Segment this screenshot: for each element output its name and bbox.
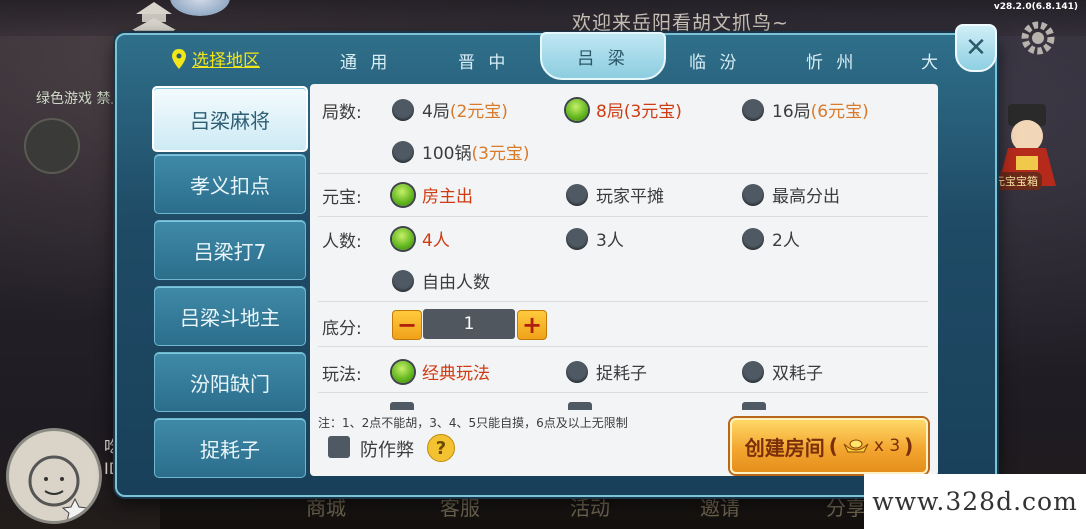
players-option-3[interactable]: 3人 — [566, 226, 624, 251]
players-label: 人数: — [322, 232, 362, 252]
divider — [318, 173, 928, 174]
select-region-button[interactable]: 选择地区 — [172, 46, 260, 71]
option-text: 4人 — [422, 231, 450, 251]
option-cost: (3元宝) — [471, 144, 530, 164]
radio-icon — [392, 140, 414, 163]
help-icon[interactable]: ? — [427, 434, 455, 462]
version-label: v28.2.0(6.8.141) — [993, 2, 1078, 12]
option-text: 经典玩法 — [422, 364, 490, 384]
divider — [318, 216, 928, 217]
option-text: 最高分出 — [772, 187, 840, 207]
rounds-label: 局数: — [322, 103, 362, 123]
gameplay-option-zhuohaozi[interactable]: 捉耗子 — [566, 359, 647, 384]
gear-icon[interactable] — [1018, 18, 1058, 58]
gameplay-option-shuanghaozi[interactable]: 双耗子 — [742, 359, 823, 384]
tab-linfen[interactable]: 临 汾 — [689, 48, 740, 73]
radio-selected-icon — [392, 360, 414, 383]
rule-footnote: 注：1、2点不能胡，3、4、5只能自摸，6点及以上无限制 — [318, 416, 628, 430]
avatar[interactable] — [6, 428, 102, 524]
game-item-lvliang-doudizhu[interactable]: 吕梁斗地主 — [154, 286, 306, 346]
radio-icon — [742, 360, 764, 383]
game-item-lvliang-da7[interactable]: 吕梁打7 — [154, 220, 306, 280]
yuanbao-option-owner[interactable]: 房主出 — [392, 182, 473, 207]
treasure-box-label: 元宝宝箱 — [990, 172, 1042, 190]
create-room-button[interactable]: 创建房间 ( x 3 ) — [730, 418, 928, 474]
stamp-icon[interactable] — [24, 118, 80, 174]
rounds-option-16[interactable]: 16局 (6元宝) — [742, 97, 869, 122]
watermark: www.328d.com — [864, 474, 1086, 529]
plus-button[interactable]: + — [517, 310, 547, 340]
game-item-xiaoyi-koudian[interactable]: 孝义扣点 — [154, 154, 306, 214]
anti-cheat-checkbox[interactable] — [328, 436, 350, 458]
radio-icon — [392, 98, 414, 121]
divider — [318, 346, 928, 347]
option-text: 4局 — [422, 102, 450, 122]
option-text: 自由人数 — [422, 273, 490, 293]
create-room-label: 创建房间 — [744, 435, 825, 460]
option-cost: (6元宝) — [810, 102, 869, 122]
game-item-lvliang-mahjong[interactable]: 吕梁麻将 — [152, 86, 308, 152]
yuanbao-option-winner[interactable]: 最高分出 — [742, 182, 840, 207]
option-text: 16局 — [772, 102, 811, 122]
close-icon[interactable]: ✕ — [955, 24, 997, 72]
option-text: 房主出 — [422, 187, 473, 207]
option-text: 玩家平摊 — [596, 187, 664, 207]
radio-selected-icon — [392, 227, 414, 250]
option-text: 8局 — [596, 102, 624, 122]
option-text: 2人 — [772, 231, 800, 251]
radio-icon — [566, 227, 588, 250]
radio-icon — [566, 183, 588, 206]
radio-icon — [392, 269, 414, 292]
players-option-2[interactable]: 2人 — [742, 226, 800, 251]
option-text: 双耗子 — [772, 364, 823, 384]
base-score-label: 底分: — [322, 319, 362, 339]
rounds-option-8[interactable]: 8局 (3元宝) — [566, 97, 682, 122]
option-cost: (3元宝) — [623, 102, 682, 122]
divider — [318, 301, 928, 302]
players-option-free[interactable]: 自由人数 — [392, 268, 490, 293]
game-item-zhuohaozi[interactable]: 捉耗子 — [154, 418, 306, 478]
radio-icon — [742, 183, 764, 206]
minus-button[interactable]: − — [392, 310, 422, 340]
option-text: 3人 — [596, 231, 624, 251]
location-pin-icon — [172, 48, 186, 69]
yuanbao-option-split[interactable]: 玩家平摊 — [566, 182, 664, 207]
avatar-face-icon — [28, 455, 89, 521]
radio-icon — [742, 98, 764, 121]
tab-lvliang[interactable]: 吕 梁 — [540, 32, 666, 80]
radio-icon — [566, 360, 588, 383]
gold-ingot-icon — [843, 439, 869, 453]
gameplay-option-classic[interactable]: 经典玩法 — [392, 359, 490, 384]
welcome-marquee: 欢迎来岳阳看胡文抓鸟~ — [572, 12, 789, 34]
option-cost: (2元宝) — [449, 102, 508, 122]
tab-lvliang-label: 吕 梁 — [577, 48, 629, 69]
yuanbao-label: 元宝: — [322, 188, 362, 208]
tab-general[interactable]: 通 用 — [340, 48, 391, 73]
game-item-fenyang-quemen[interactable]: 汾阳缺门 — [154, 352, 306, 412]
option-text: 100锅 — [422, 144, 472, 164]
tab-jinzhong[interactable]: 晋 中 — [458, 48, 509, 73]
base-score-value: 1 — [423, 309, 515, 339]
gameplay-label: 玩法: — [322, 365, 362, 385]
radio-icon — [742, 227, 764, 250]
select-region-label: 选择地区 — [192, 51, 260, 71]
rounds-option-4[interactable]: 4局 (2元宝) — [392, 97, 508, 122]
scrolled-option-row — [390, 400, 930, 410]
green-game-notice: 绿色游戏 禁止 — [36, 91, 125, 107]
tab-da[interactable]: 大 — [921, 48, 942, 73]
create-room-cost: x 3 — [873, 436, 901, 456]
option-text: 捉耗子 — [596, 364, 647, 384]
players-option-4[interactable]: 4人 — [392, 226, 450, 251]
radio-selected-icon — [392, 183, 414, 206]
rounds-option-100[interactable]: 100锅 (3元宝) — [392, 139, 530, 164]
radio-selected-icon — [566, 98, 588, 121]
tab-xinzhou[interactable]: 忻 州 — [806, 48, 857, 73]
anti-cheat-label: 防作弊 — [360, 440, 414, 461]
divider — [318, 392, 928, 393]
